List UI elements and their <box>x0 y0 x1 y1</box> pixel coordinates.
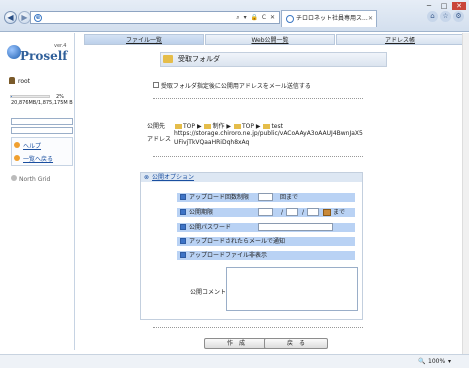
public-dest-label: 公開先 <box>147 123 166 130</box>
period-label: 公開期限 <box>189 209 214 216</box>
tab-title: チロロネット社員専用ス... <box>296 15 368 22</box>
folder-icon <box>163 55 173 63</box>
status-bar: 🔍 100% ▾ <box>0 354 469 368</box>
main-tabs: ファイル一覧 Web公開一覧 アドレス帳 <box>84 34 464 45</box>
tab-address-book[interactable]: アドレス帳 <box>336 34 464 45</box>
home-icon[interactable]: ⌂ <box>427 11 438 22</box>
divider <box>153 98 363 99</box>
date-sep: / <box>281 209 284 216</box>
comment-textarea[interactable] <box>226 267 358 311</box>
address-url: https://storage.chiroro.ne.jp/public/vAC… <box>174 130 363 146</box>
notify-label: アップロードされたらメールで通知 <box>189 238 286 245</box>
tab-web-public[interactable]: Web公開一覧 <box>205 34 335 45</box>
close-tab-icon[interactable]: ✕ <box>368 11 373 26</box>
proself-logo-icon <box>7 45 21 59</box>
notify-checkbox[interactable] <box>180 238 186 244</box>
help-link[interactable]: ヘルプ <box>23 141 41 150</box>
gear-icon[interactable]: ⚙ <box>453 11 464 22</box>
browser-tab[interactable]: チロロネット社員専用ス... ✕ <box>281 10 377 27</box>
help-icon <box>14 142 20 148</box>
comment-label: 公開コメント <box>190 289 227 296</box>
close-window-button[interactable]: ✕ <box>452 2 466 10</box>
hide-checkbox[interactable] <box>180 252 186 258</box>
sidebar-box-1 <box>11 118 73 125</box>
back-button-main[interactable]: 戻 る <box>264 338 328 349</box>
page-icon <box>286 15 294 23</box>
create-button[interactable]: 作 成 <box>204 338 268 349</box>
zoom-level[interactable]: 100% <box>428 355 445 368</box>
options-link[interactable]: 公開オプション <box>152 173 194 182</box>
ie-icon: e <box>34 14 42 22</box>
sidebar-box-2 <box>11 127 73 134</box>
calendar-icon[interactable] <box>323 209 331 216</box>
zoom-icon: 🔍 <box>418 358 426 365</box>
divider <box>153 156 363 157</box>
hide-row: アップロードファイル非表示 <box>177 251 355 260</box>
vertical-scrollbar[interactable] <box>462 33 469 354</box>
tab-file-list[interactable]: ファイル一覧 <box>84 34 204 45</box>
page-title: 受取フォルダ <box>160 52 387 67</box>
password-row: 公開パスワード <box>177 223 355 232</box>
password-input[interactable] <box>258 223 333 231</box>
user-icon <box>9 77 15 84</box>
email-notice-label: 受取フォルダ指定後に公開用アドレスをメール送信する <box>160 83 311 90</box>
period-month-input[interactable] <box>286 208 298 216</box>
period-row: 公開期限 / / まで <box>177 208 355 217</box>
upload-count-row: アップロード回数制限 回まで <box>177 193 355 202</box>
period-year-input[interactable] <box>258 208 273 216</box>
password-label: 公開パスワード <box>189 224 232 231</box>
usage-fill <box>11 96 12 97</box>
hide-label: アップロードファイル非表示 <box>189 252 268 259</box>
maximize-button[interactable]: □ <box>437 2 451 10</box>
date-sep: / <box>302 209 305 216</box>
user-name: root <box>18 78 31 85</box>
star-icon[interactable]: ☆ <box>440 11 451 22</box>
back-button[interactable]: ◀ <box>4 11 17 24</box>
divider <box>153 327 363 328</box>
period-day-input[interactable] <box>307 208 319 216</box>
notify-row: アップロードされたらメールで通知 <box>177 237 355 246</box>
period-checkbox[interactable] <box>180 209 186 215</box>
logo: Proself <box>20 49 68 63</box>
password-checkbox[interactable] <box>180 224 186 230</box>
address-label: アドレス <box>147 136 172 143</box>
upload-count-suffix: 回まで <box>280 194 299 201</box>
quota-text: 20,876MB/1,875,175M B <box>11 100 73 106</box>
brand-name: North Grid <box>19 176 51 183</box>
back-to-list-link[interactable]: 一覧へ戻る <box>23 154 53 163</box>
northgrid-logo-icon <box>11 175 17 181</box>
address-bar[interactable]: e ⌕ ▾ 🔒 C ✕ <box>30 11 280 24</box>
usage-bar <box>10 95 50 98</box>
upload-count-label: アップロード回数制限 <box>189 194 250 201</box>
minimize-button[interactable]: ─ <box>422 2 436 10</box>
options-icon: ⊗ <box>144 174 150 181</box>
upload-count-checkbox[interactable] <box>180 194 186 200</box>
period-suffix: まで <box>333 209 346 216</box>
email-notice-checkbox[interactable] <box>153 82 159 88</box>
zoom-dropdown-icon[interactable]: ▾ <box>448 355 451 368</box>
email-notice-row: 受取フォルダ指定後に公開用アドレスをメール送信する <box>153 81 311 90</box>
back-list-icon <box>14 155 20 161</box>
upload-count-input[interactable] <box>258 193 273 201</box>
address-tools[interactable]: ⌕ ▾ 🔒 C ✕ <box>236 12 276 23</box>
